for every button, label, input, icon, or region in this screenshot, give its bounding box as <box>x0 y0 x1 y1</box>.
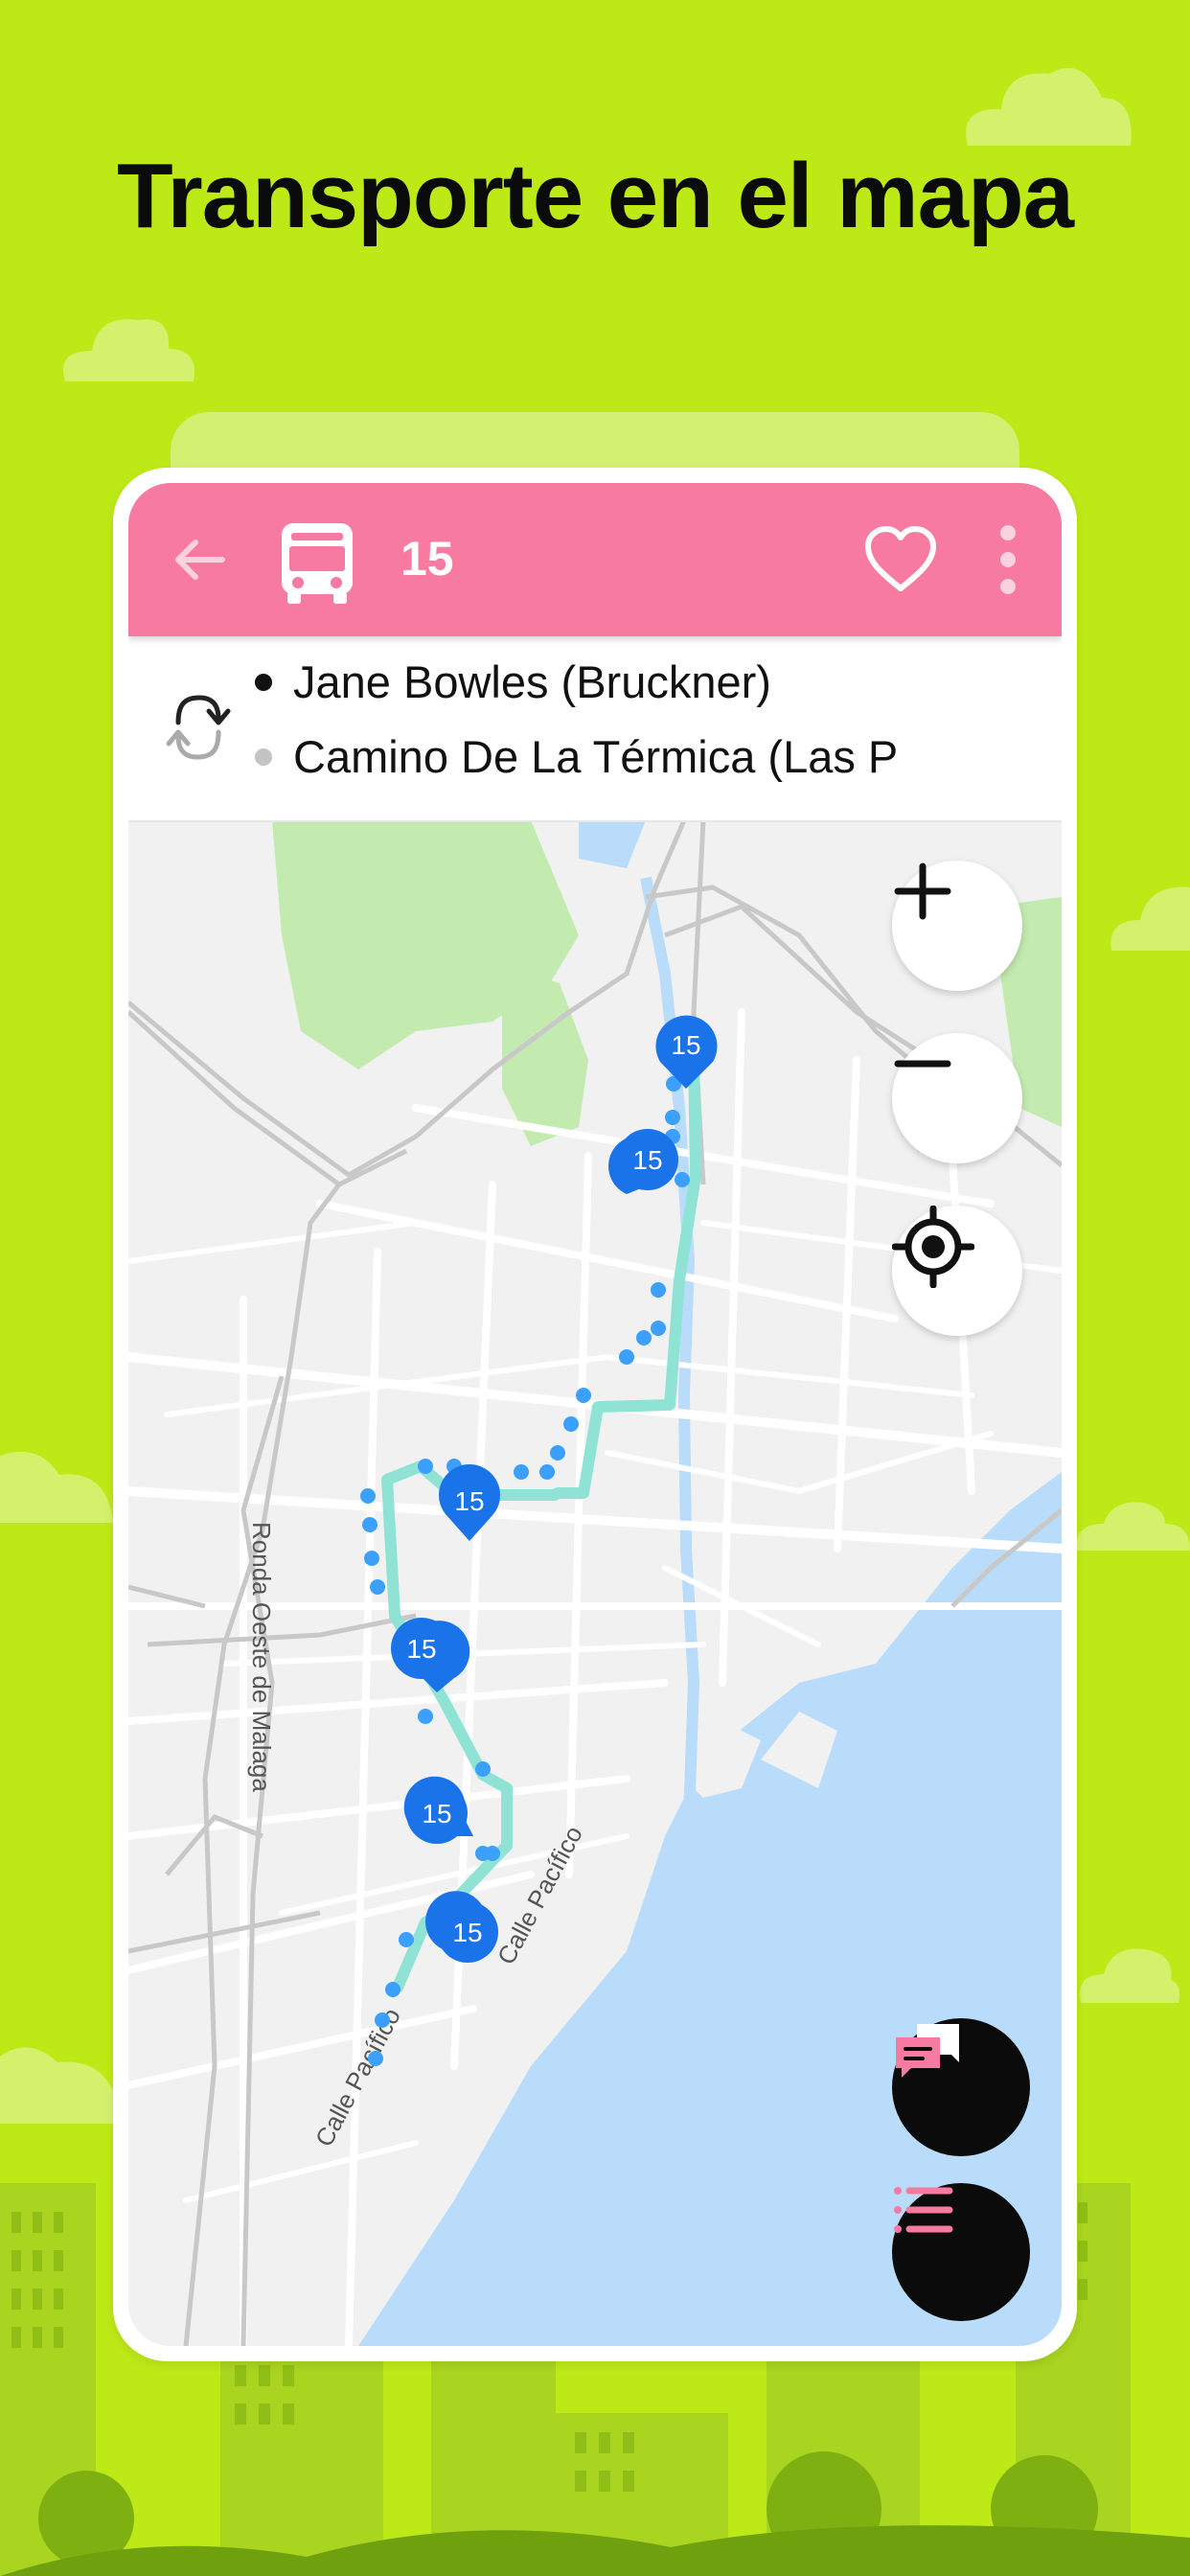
chat-icon <box>896 2024 959 2078</box>
zoom-in-button[interactable] <box>892 861 1022 991</box>
route-map[interactable]: Ronda Oeste de Malaga Calle Pacífico Cal… <box>128 820 1062 2346</box>
destination-stop[interactable]: Camino De La Térmica (Las P <box>255 730 1050 783</box>
arrow-left-icon[interactable] <box>169 529 230 590</box>
chat-button[interactable] <box>892 2018 1030 2156</box>
origin-stop[interactable]: Jane Bowles (Bruckner) <box>255 656 1050 708</box>
plus-icon <box>894 862 951 920</box>
list-icon <box>894 2187 953 2233</box>
minus-icon <box>894 1060 951 1068</box>
cloud-decoration <box>0 2047 121 2124</box>
list-button[interactable] <box>892 2183 1030 2321</box>
headline: Transporte en el mapa <box>116 145 1074 247</box>
origin-dot <box>255 673 272 691</box>
app-screen: 15 Jane Bowles (Bruckner) Camino De La T… <box>128 483 1062 2346</box>
bus-icon <box>282 523 353 604</box>
bus-marker-label: 15 <box>452 1918 482 1947</box>
origin-stop-label: Jane Bowles (Bruckner) <box>293 656 771 707</box>
cloud-decoration <box>62 319 195 381</box>
bus-marker-label: 15 <box>632 1145 662 1175</box>
more-vertical-icon[interactable] <box>996 523 1019 596</box>
destination-stop-label: Camino De La Térmica (Las P <box>293 731 899 782</box>
route-number: 15 <box>400 532 454 586</box>
bus-marker-label: 15 <box>406 1634 436 1664</box>
cloud-decoration <box>0 1451 113 1523</box>
zoom-out-button[interactable] <box>892 1033 1022 1163</box>
street-label-ronda-oeste: Ronda Oeste de Malaga <box>247 1522 276 1792</box>
heart-outline-icon[interactable] <box>864 525 937 594</box>
cloud-decoration <box>1080 1948 1179 2003</box>
destination-dot <box>255 748 272 766</box>
bus-marker-label: 15 <box>454 1486 484 1516</box>
swap-direction-icon[interactable] <box>165 680 232 772</box>
route-direction-panel: Jane Bowles (Bruckner) Camino De La Térm… <box>128 636 1062 822</box>
cloud-decoration <box>1076 1502 1190 1551</box>
phone-frame: 15 Jane Bowles (Bruckner) Camino De La T… <box>113 468 1077 2361</box>
bus-marker-label: 15 <box>422 1799 451 1828</box>
cloud-decoration <box>1110 886 1190 951</box>
my-location-button[interactable] <box>892 1206 1022 1336</box>
cloud-decoration <box>966 67 1132 146</box>
app-toolbar: 15 <box>128 483 1062 636</box>
bus-marker-label: 15 <box>671 1030 700 1060</box>
my-location-icon <box>892 1206 974 1288</box>
